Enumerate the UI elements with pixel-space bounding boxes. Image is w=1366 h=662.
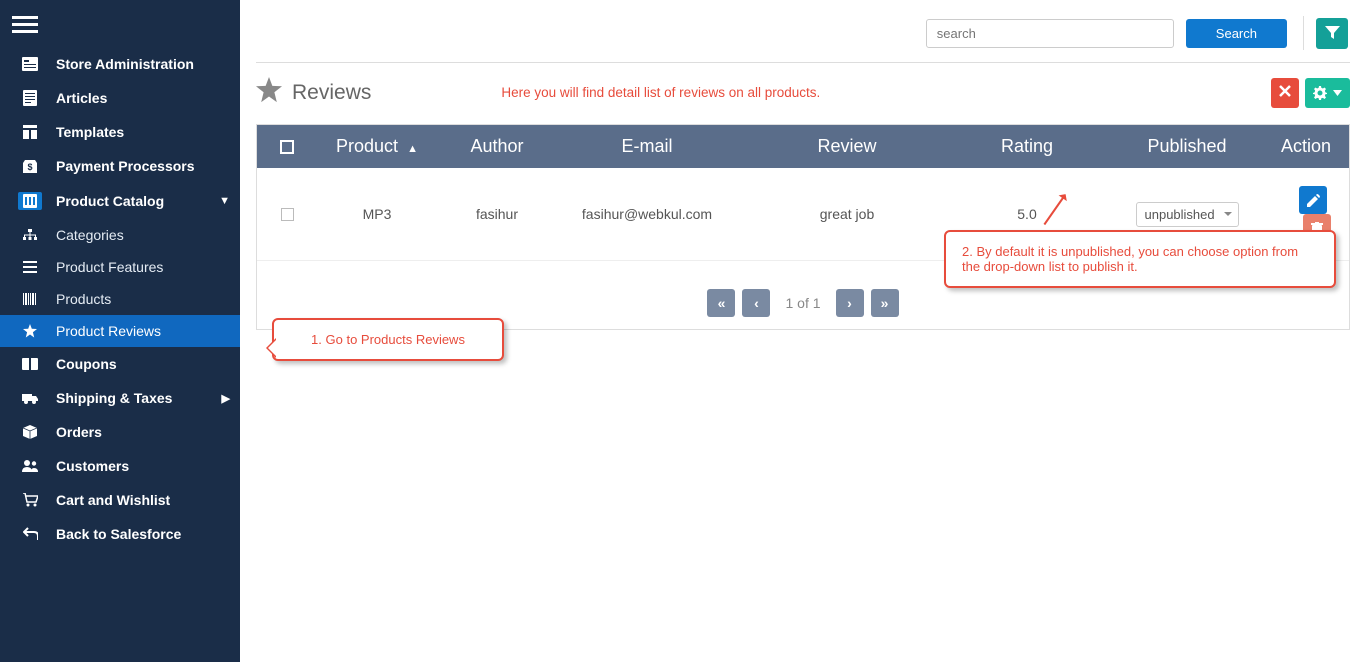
sidebar-label: Articles xyxy=(56,90,230,106)
sidebar-item-product-catalog[interactable]: Product Catalog ▼ xyxy=(0,183,240,219)
sidebar-label: Orders xyxy=(56,424,230,440)
sidebar-item-orders[interactable]: Orders xyxy=(0,415,240,449)
sidebar-label: Back to Salesforce xyxy=(56,526,230,542)
row-checkbox[interactable] xyxy=(257,208,317,221)
barcode-icon xyxy=(18,293,42,305)
page-subtitle: Here you will find detail list of review… xyxy=(501,85,820,100)
users-icon xyxy=(18,460,42,472)
pager-text: 1 of 1 xyxy=(785,295,820,311)
sidebar-item-coupons[interactable]: Coupons xyxy=(0,347,240,381)
document-icon xyxy=(18,90,42,106)
published-select[interactable]: unpublished xyxy=(1136,202,1239,227)
pager-last[interactable]: » xyxy=(871,289,899,317)
filter-button[interactable] xyxy=(1316,18,1348,49)
sidebar-submenu: Categories Product Features Products Pro… xyxy=(0,219,240,347)
settings-button[interactable] xyxy=(1305,78,1350,108)
sidebar-subitem-products[interactable]: Products xyxy=(0,283,240,315)
sidebar-label: Coupons xyxy=(56,356,230,372)
cart-icon xyxy=(18,493,42,507)
sidebar-item-templates[interactable]: Templates xyxy=(0,115,240,149)
sidebar-item-cart[interactable]: Cart and Wishlist xyxy=(0,483,240,517)
cell-email: fasihur@webkul.com xyxy=(557,206,737,222)
close-icon xyxy=(1279,85,1291,97)
sidebar-label: Cart and Wishlist xyxy=(56,492,230,508)
sidebar-item-customers[interactable]: Customers xyxy=(0,449,240,483)
pager-next[interactable]: › xyxy=(836,289,864,317)
sidebar-label: Shipping & Taxes xyxy=(56,390,222,406)
cell-review: great job xyxy=(737,206,957,222)
col-rating[interactable]: Rating xyxy=(957,136,1097,157)
sidebar-sublabel: Product Features xyxy=(56,259,163,275)
annotation-callout-1: 1. Go to Products Reviews xyxy=(272,318,504,361)
col-action: Action xyxy=(1277,136,1349,157)
cell-published: unpublished xyxy=(1097,202,1277,227)
divider xyxy=(1303,16,1304,50)
svg-text:$: $ xyxy=(27,162,32,172)
sidebar-subitem-categories[interactable]: Categories xyxy=(0,219,240,251)
box-icon xyxy=(18,425,42,439)
sidebar-item-store-admin[interactable]: Store Administration xyxy=(0,47,240,81)
col-email[interactable]: E-mail xyxy=(557,136,737,157)
sidebar-label: Product Catalog xyxy=(56,193,219,209)
page-title: Reviews xyxy=(292,81,371,105)
pager-prev[interactable]: ‹ xyxy=(742,289,770,317)
funnel-icon xyxy=(1325,26,1340,40)
hamburger-menu[interactable] xyxy=(0,0,240,47)
sidebar-item-shipping[interactable]: Shipping & Taxes ▶ xyxy=(0,381,240,415)
col-product[interactable]: Product ▲ xyxy=(317,136,437,157)
cell-author: fasihur xyxy=(437,206,557,222)
search-button[interactable]: Search xyxy=(1186,19,1287,48)
col-published[interactable]: Published xyxy=(1097,136,1277,157)
sidebar-subitem-reviews[interactable]: Product Reviews xyxy=(0,315,240,347)
pencil-icon xyxy=(1307,194,1320,207)
table-header: Product ▲ Author E-mail Review Rating Pu… xyxy=(257,125,1349,168)
sort-asc-icon: ▲ xyxy=(407,143,418,155)
caret-down-icon: ▼ xyxy=(219,195,230,207)
pager-first[interactable]: « xyxy=(707,289,735,317)
sidebar-sublabel: Product Reviews xyxy=(56,323,161,339)
sidebar-label: Templates xyxy=(56,124,230,140)
col-review[interactable]: Review xyxy=(737,136,957,157)
sitemap-icon xyxy=(18,229,42,241)
reviews-table: Product ▲ Author E-mail Review Rating Pu… xyxy=(256,124,1350,330)
catalog-icon xyxy=(18,192,42,210)
chevron-down-icon xyxy=(1333,90,1342,96)
sidebar-label: Payment Processors xyxy=(56,158,230,174)
star-icon xyxy=(18,324,42,338)
card-icon xyxy=(18,57,42,71)
templates-icon xyxy=(18,125,42,139)
col-author[interactable]: Author xyxy=(437,136,557,157)
sidebar-item-payment[interactable]: $ Payment Processors xyxy=(0,149,240,183)
sidebar-subitem-features[interactable]: Product Features xyxy=(0,251,240,283)
select-all-checkbox[interactable] xyxy=(257,136,317,157)
cell-product: MP3 xyxy=(317,206,437,222)
sidebar-label: Customers xyxy=(56,458,230,474)
close-button[interactable] xyxy=(1271,78,1299,108)
star-icon xyxy=(256,77,282,108)
sidebar-sublabel: Categories xyxy=(56,227,124,243)
cell-rating: 5.0 xyxy=(957,206,1097,222)
sidebar: Store Administration Articles Templates … xyxy=(0,0,240,662)
sidebar-sublabel: Products xyxy=(56,291,111,307)
sidebar-item-back[interactable]: Back to Salesforce xyxy=(0,517,240,551)
truck-icon xyxy=(18,392,42,404)
list-icon xyxy=(18,261,42,273)
coupon-icon xyxy=(18,358,42,370)
caret-right-icon: ▶ xyxy=(222,392,230,405)
gear-icon xyxy=(1313,86,1327,100)
annotation-callout-2: 2. By default it is unpublished, you can… xyxy=(944,230,1336,288)
money-icon: $ xyxy=(18,158,42,174)
main-content: Search Reviews Here you will find detail… xyxy=(240,0,1366,662)
sidebar-item-articles[interactable]: Articles xyxy=(0,81,240,115)
topbar: Search xyxy=(256,10,1350,63)
sidebar-label: Store Administration xyxy=(56,56,230,72)
back-icon xyxy=(18,527,42,541)
search-input[interactable] xyxy=(926,19,1174,48)
edit-button[interactable] xyxy=(1299,186,1327,214)
page-header: Reviews Here you will find detail list o… xyxy=(256,77,1350,108)
